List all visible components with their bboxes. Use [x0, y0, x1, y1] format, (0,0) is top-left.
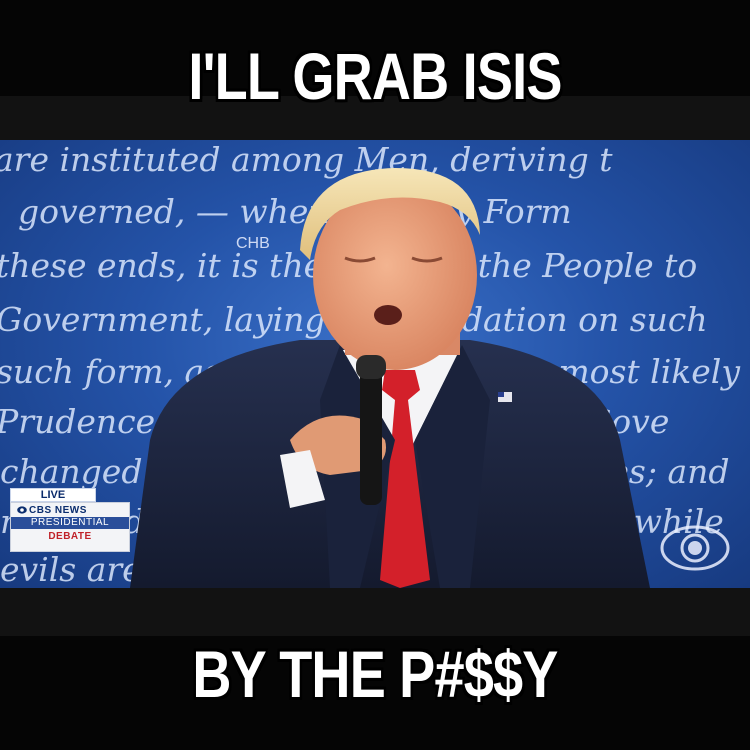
broadcast-lower-third: LIVE CBS NEWS PRESIDENTIAL DEBATE — [10, 488, 130, 552]
cbs-eye-icon — [660, 525, 730, 571]
cbs-eye-icon — [17, 506, 27, 514]
meme-top-caption: I'LL GRAB ISIS — [188, 39, 562, 113]
broadcast-screen: are instituted among Men, deriving t gov… — [0, 140, 750, 588]
meme-image: are instituted among Men, deriving t gov… — [0, 0, 750, 750]
meme-bottom-caption: BY THE P#$$Y — [192, 637, 558, 711]
event-title: PRESIDENTIAL — [11, 517, 129, 529]
network-name: CBS NEWS — [29, 505, 87, 516]
network-banner: CBS NEWS PRESIDENTIAL DEBATE — [10, 502, 130, 552]
live-badge: LIVE — [10, 488, 96, 502]
event-subtitle: DEBATE — [48, 531, 92, 542]
